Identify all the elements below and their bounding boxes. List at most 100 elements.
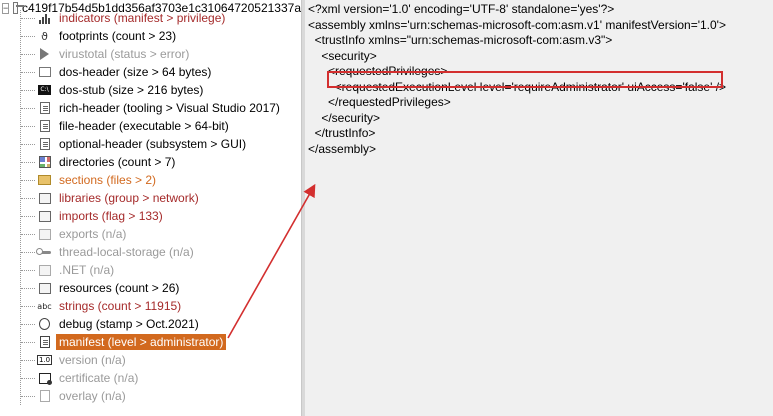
tree-item[interactable]: overlay (n/a) <box>21 387 129 405</box>
tree-branch-line <box>21 305 35 307</box>
console-icon: C:\ <box>37 83 52 98</box>
tree-item[interactable]: ϑ footprints (count > 23) <box>21 27 179 45</box>
tree-item-label: debug (stamp > Oct.2021) <box>59 317 199 331</box>
tree-item[interactable]: sections (files > 2) <box>21 171 159 189</box>
window-icon <box>37 65 52 80</box>
xml-line: </assembly> <box>308 141 377 156</box>
tree-branch-line <box>21 143 35 145</box>
xml-line: <assembly xmlns='urn:schemas-microsoft-c… <box>308 17 726 32</box>
tree-item-label: resources (count > 26) <box>59 281 180 295</box>
version-icon: 1.0 <box>36 355 53 365</box>
tree-item[interactable]: optional-header (subsystem > GUI) <box>21 135 249 153</box>
tree-item-label: thread-local-storage (n/a) <box>59 245 194 259</box>
tree-branch-line <box>21 197 35 199</box>
tree-item-label: libraries (group > network) <box>59 191 199 205</box>
tree-item-label: file-header (executable > 64-bit) <box>59 119 229 133</box>
tree-item[interactable]: resources (count > 26) <box>21 279 182 297</box>
tree-branch-line <box>21 395 35 397</box>
folder-icon <box>37 173 52 188</box>
tree-item-label: overlay (n/a) <box>59 389 126 403</box>
tree-branch-line <box>21 53 35 55</box>
tree-item-label: footprints (count > 23) <box>59 29 177 43</box>
xml-line: <trustInfo xmlns="urn:schemas-microsoft-… <box>308 33 613 47</box>
document-icon <box>37 101 52 116</box>
tree-item[interactable]: manifest (level > administrator) <box>21 333 227 351</box>
tree-branch-line <box>21 215 35 217</box>
tree-item[interactable]: thread-local-storage (n/a) <box>21 243 197 261</box>
collapse-toggle[interactable]: − <box>2 2 10 14</box>
tree-item-label: directories (count > 7) <box>59 155 176 169</box>
tree-item-label: certificate (n/a) <box>59 371 139 385</box>
tree-item[interactable]: C:\ dos-stub (size > 216 bytes) <box>21 81 206 99</box>
tree-item[interactable]: rich-header (tooling > Visual Studio 201… <box>21 99 283 117</box>
tree-pane[interactable]: − c419f17b54d5b1dd356af3703e1c3106472052… <box>0 0 301 416</box>
tree-item-label: virustotal (status > error) <box>59 47 190 61</box>
document-icon <box>37 119 52 134</box>
tree-item-label: strings (count > 11915) <box>59 299 182 313</box>
tree-item-label: indicators (manifest > privilege) <box>59 11 226 25</box>
fingerprint-icon: ϑ <box>41 29 48 43</box>
directories-icon <box>37 155 52 170</box>
tree-branch-line <box>21 341 35 343</box>
tree-item-label: dos-stub (size > 216 bytes) <box>59 83 204 97</box>
tree-item[interactable]: exports (n/a) <box>21 225 129 243</box>
library-icon <box>37 191 52 206</box>
tree-branch-line <box>21 89 35 91</box>
bug-icon <box>37 317 52 332</box>
tree-item-label: .NET (n/a) <box>59 263 115 277</box>
tree-item[interactable]: 1.0 version (n/a) <box>21 351 129 369</box>
tree-branch-line <box>21 359 35 361</box>
tree-item-label: version (n/a) <box>59 353 126 367</box>
key-icon <box>36 245 52 260</box>
tree-branch-line <box>21 233 35 235</box>
tree-item[interactable]: file-header (executable > 64-bit) <box>21 117 232 135</box>
tree-branch-line <box>21 269 35 271</box>
manifest-icon <box>37 335 52 350</box>
tree-item-label: manifest (level > administrator) <box>56 334 227 350</box>
bar-chart-icon <box>37 11 52 26</box>
virustotal-icon <box>37 47 52 62</box>
tree-branch-line <box>21 107 35 109</box>
tree-item-label: exports (n/a) <box>59 227 127 241</box>
tree-item-label: optional-header (subsystem > GUI) <box>59 137 247 151</box>
imports-icon <box>37 209 52 224</box>
tree-branch-line <box>21 323 35 325</box>
tree-branch-line <box>21 17 35 19</box>
tree-item-label: imports (flag > 133) <box>59 209 163 223</box>
tree-item-label: rich-header (tooling > Visual Studio 201… <box>59 101 280 115</box>
xml-line: <security> <box>308 48 377 63</box>
xml-line: </requestedPrivileges> <box>308 95 451 109</box>
tree-item[interactable]: certificate (n/a) <box>21 369 141 387</box>
tree-item[interactable]: dos-header (size > 64 bytes) <box>21 63 214 81</box>
highlight-box <box>327 71 723 88</box>
tree-branch-line <box>21 125 35 127</box>
tree-branch-line <box>21 179 35 181</box>
dotnet-icon <box>37 263 52 278</box>
resources-icon <box>37 281 52 296</box>
document-icon <box>37 137 52 152</box>
xml-line: <?xml version='1.0' encoding='UTF-8' sta… <box>308 2 615 16</box>
exports-icon <box>37 227 52 242</box>
xml-line: </trustInfo> <box>308 126 376 140</box>
tree-branch-line <box>21 35 35 37</box>
strings-icon: abc <box>37 301 52 311</box>
tree-item[interactable]: debug (stamp > Oct.2021) <box>21 315 202 333</box>
xml-viewer-pane[interactable]: <?xml version='1.0' encoding='UTF-8' sta… <box>305 0 773 416</box>
tree-item[interactable]: libraries (group > network) <box>21 189 202 207</box>
tree-branch-line <box>21 71 35 73</box>
tree-branch-line <box>21 377 35 379</box>
tree-item[interactable]: indicators (manifest > privilege) <box>21 9 228 27</box>
xml-line: </security> <box>308 110 381 125</box>
tree-item[interactable]: .NET (n/a) <box>21 261 117 279</box>
overlay-icon <box>37 389 52 404</box>
tree-item[interactable]: imports (flag > 133) <box>21 207 166 225</box>
tree-item[interactable]: virustotal (status > error) <box>21 45 192 63</box>
tree-item-label: sections (files > 2) <box>59 173 157 187</box>
tree-item-label: dos-header (size > 64 bytes) <box>59 65 212 79</box>
tree-branch-line <box>21 287 35 289</box>
tree-branch-line <box>21 161 35 163</box>
tree-item[interactable]: abc strings (count > 11915) <box>21 297 184 315</box>
certificate-icon <box>37 371 52 386</box>
file-icon <box>13 2 24 14</box>
tree-item[interactable]: directories (count > 7) <box>21 153 178 171</box>
